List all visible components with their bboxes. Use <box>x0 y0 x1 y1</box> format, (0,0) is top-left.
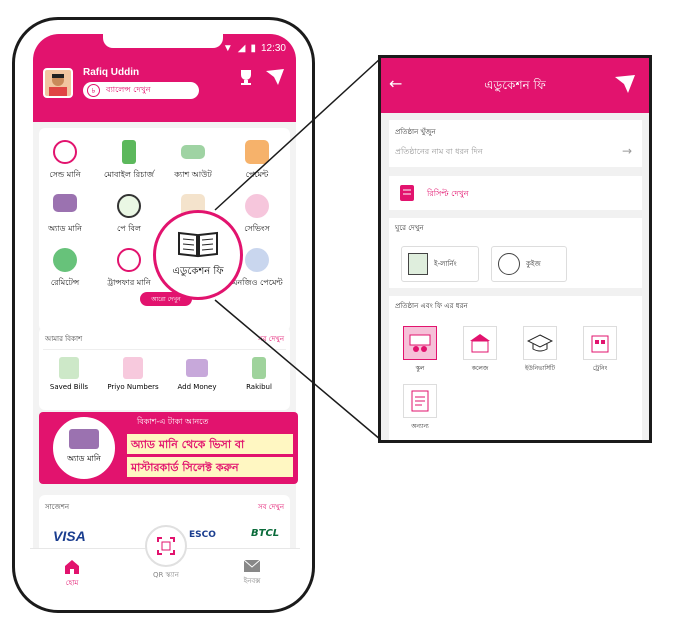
arrow-right-icon[interactable]: → <box>622 144 632 158</box>
education-fee-panel: ← এডুকেশন ফি প্রতিষ্ঠান খুঁজুন প্রতিষ্ঠা… <box>378 55 652 443</box>
training-building-icon <box>583 326 617 360</box>
receipt-block[interactable]: রিসিপ্ট দেখুন <box>389 176 642 210</box>
quiz-button[interactable]: কুইজ <box>491 246 567 282</box>
panel-header: ← এডুকেশন ফি <box>381 58 649 113</box>
institution-type-block: প্রতিষ্ঠান এবং ফি এর ধরন স্কুল কলেজ ইউনি… <box>389 296 642 440</box>
graduation-cap-icon <box>523 326 557 360</box>
type-college[interactable]: কলেজ <box>455 326 505 374</box>
book-icon <box>178 231 218 257</box>
type-school[interactable]: স্কুল <box>395 326 445 374</box>
explore-title: ঘুরে দেখুন <box>395 224 424 232</box>
quiz-icon <box>498 253 520 275</box>
receipt-label: রিসিপ্ট দেখুন <box>427 189 469 198</box>
school-icon <box>403 326 437 360</box>
elearning-icon <box>408 253 428 275</box>
receipt-icon <box>400 185 414 201</box>
document-icon <box>403 384 437 418</box>
bkash-logo-icon <box>615 75 635 93</box>
college-icon <box>463 326 497 360</box>
explore-block: ঘুরে দেখুন ই-লার্নিং কুইজ <box>389 218 642 288</box>
elearning-button[interactable]: ই-লার্নিং <box>401 246 479 282</box>
institution-type-title: প্রতিষ্ঠান এবং ফি এর ধরন <box>395 302 468 310</box>
panel-title: এডুকেশন ফি <box>484 78 546 92</box>
education-fee-label: এডুকেশন ফি <box>172 265 224 277</box>
type-training[interactable]: ট্রেনিং <box>575 326 625 374</box>
type-others[interactable]: অন্যান্য <box>395 384 445 432</box>
search-label: প্রতিষ্ঠান খুঁজুন <box>395 128 436 136</box>
type-university[interactable]: ইউনিভার্সিটি <box>515 326 565 374</box>
search-block: প্রতিষ্ঠান খুঁজুন প্রতিষ্ঠানের নাম বা ধর… <box>389 120 642 167</box>
search-input[interactable]: প্রতিষ্ঠানের নাম বা ধরন দিন <box>395 146 483 159</box>
education-fee-zoom[interactable]: এডুকেশন ফি <box>153 210 243 300</box>
